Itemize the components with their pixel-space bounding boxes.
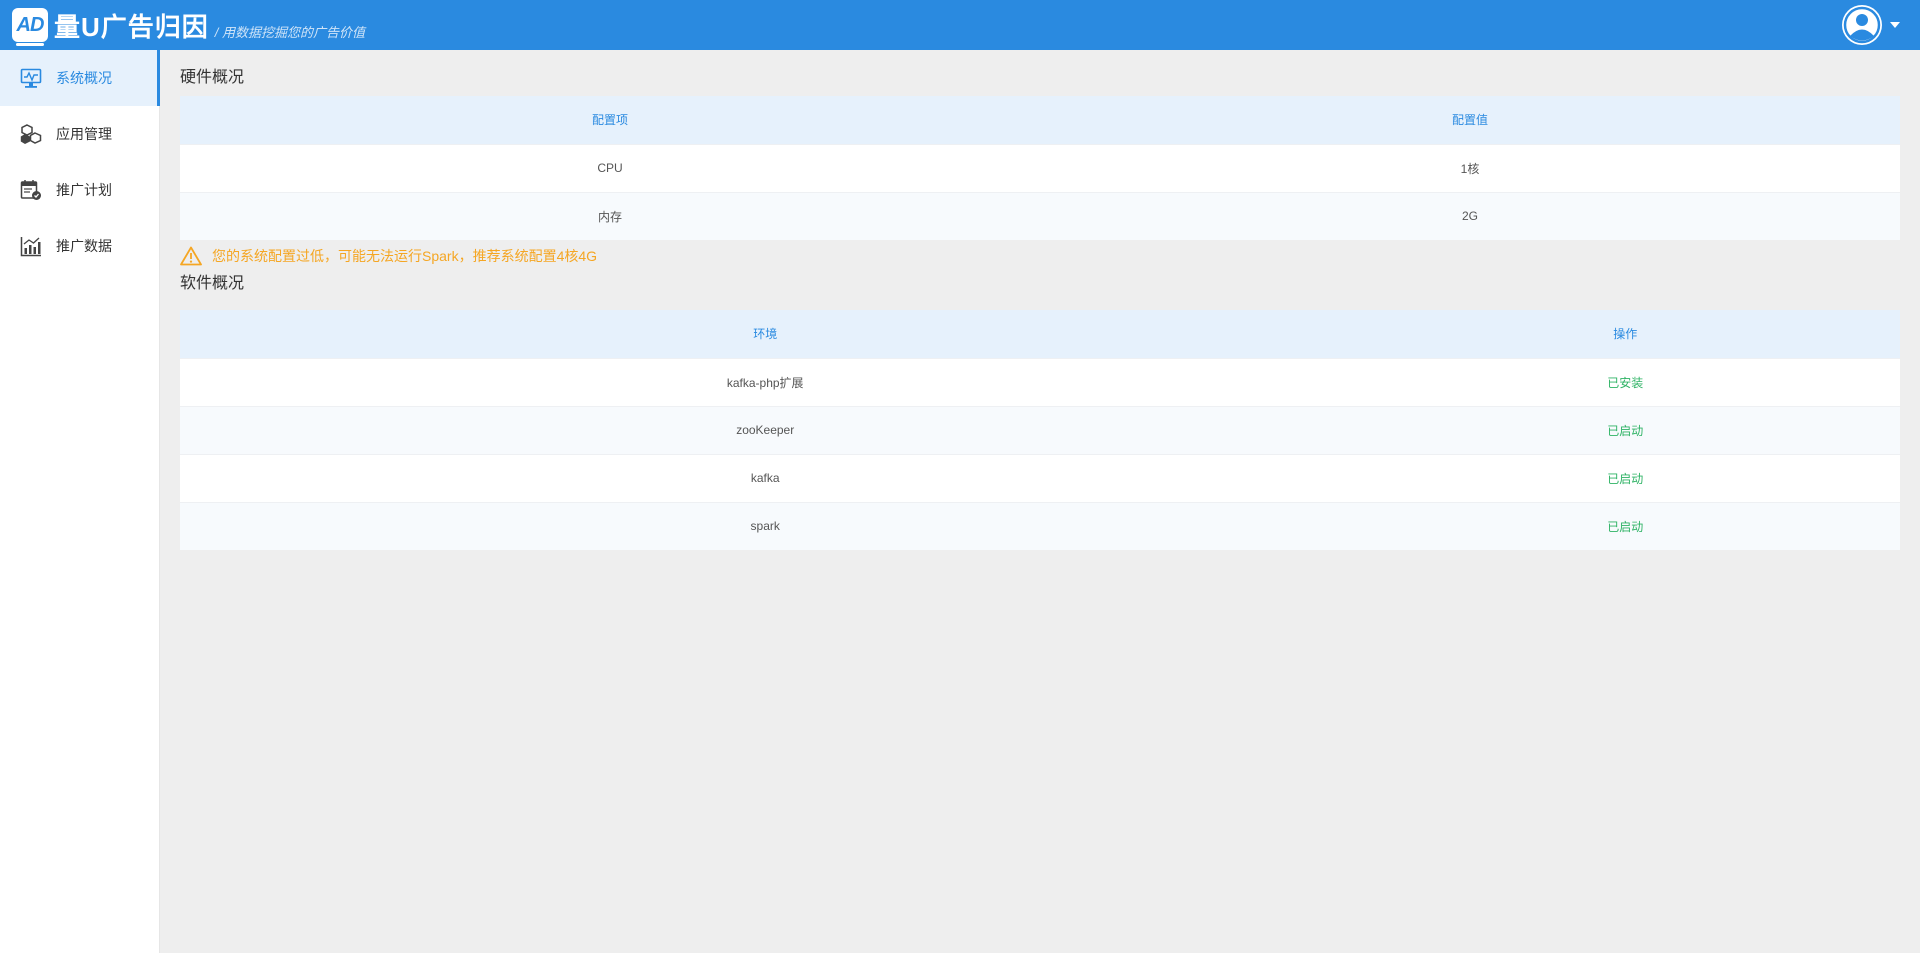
sidebar-item-label: 推广数据 <box>56 238 112 254</box>
status-badge: 已启动 <box>1350 405 1900 454</box>
config-warning: 您的系统配置过低，可能无法运行Spark，推荐系统配置4核4G <box>180 240 1900 272</box>
user-avatar-icon[interactable] <box>1842 5 1882 45</box>
table-cell: kafka-php扩展 <box>180 357 1351 406</box>
sidebar-item-promotion-data[interactable]: 推广数据 <box>0 218 159 274</box>
table-cell: CPU <box>180 143 1040 192</box>
warning-icon <box>180 246 202 266</box>
table-cell: spark <box>180 501 1351 550</box>
calendar-check-icon <box>20 179 42 201</box>
monitor-icon <box>20 67 42 89</box>
table-cell: 内存 <box>180 191 1040 240</box>
column-header: 配置值 <box>1040 96 1900 144</box>
chevron-down-icon[interactable] <box>1890 22 1900 28</box>
table-cell: kafka <box>180 453 1351 502</box>
status-badge: 已启动 <box>1350 453 1900 502</box>
hardware-section-title: 硬件概况 <box>180 69 245 86</box>
table-row: 内存 2G <box>180 191 1900 240</box>
sidebar-item-label: 应用管理 <box>56 126 112 142</box>
sidebar-item-label: 系统概况 <box>56 70 112 86</box>
column-header: 操作 <box>1350 310 1900 358</box>
table-cell: zooKeeper <box>180 405 1351 454</box>
warning-text: 您的系统配置过低，可能无法运行Spark，推荐系统配置4核4G <box>212 248 598 264</box>
sidebar-item-system-overview[interactable]: 系统概况 <box>0 50 160 106</box>
table-row: zooKeeper 已启动 <box>180 405 1900 454</box>
column-header: 配置项 <box>180 96 1040 144</box>
logo-name: 量U广告归因 <box>54 11 209 42</box>
table-cell: 1核 <box>1040 143 1900 192</box>
table-row: kafka 已启动 <box>180 453 1900 502</box>
table-header-row: 环境 操作 <box>180 310 1900 358</box>
slogan: / 用数据挖掘您的广告价值 <box>214 24 366 40</box>
cubes-icon <box>20 123 42 145</box>
table-row: kafka-php扩展 已安装 <box>180 357 1900 406</box>
software-table: 环境 操作 kafka-php扩展 已安装 zooKeeper 已启动 kafk… <box>180 310 1900 550</box>
status-badge: 已安装 <box>1350 357 1900 406</box>
sidebar-item-app-management[interactable]: 应用管理 <box>0 106 159 162</box>
table-header-row: 配置项 配置值 <box>180 96 1900 144</box>
sidebar-item-promotion-plan[interactable]: 推广计划 <box>0 162 159 218</box>
logo[interactable]: AD 量U广告归因 / 用数据挖掘您的广告价值 <box>12 7 366 46</box>
table-row: spark 已启动 <box>180 501 1900 550</box>
logo-badge: AD <box>12 8 48 46</box>
user-menu[interactable] <box>1842 5 1900 45</box>
table-row: CPU 1核 <box>180 143 1900 192</box>
column-header: 环境 <box>180 310 1351 358</box>
status-badge: 已启动 <box>1350 501 1900 550</box>
table-cell: 2G <box>1040 191 1900 240</box>
software-section-title: 软件概况 <box>180 275 245 292</box>
bar-chart-icon <box>20 235 42 257</box>
main-content: 硬件概况 配置项 配置值 CPU 1核 内存 2G 您的系统配置过低，可能无法运… <box>180 50 1900 550</box>
top-bar: AD 量U广告归因 / 用数据挖掘您的广告价值 <box>0 0 1920 50</box>
sidebar-item-label: 推广计划 <box>56 182 112 198</box>
hardware-table: 配置项 配置值 CPU 1核 内存 2G <box>180 96 1900 240</box>
sidebar: 系统概况 应用管理 推广计划 推广数据 <box>0 50 160 953</box>
